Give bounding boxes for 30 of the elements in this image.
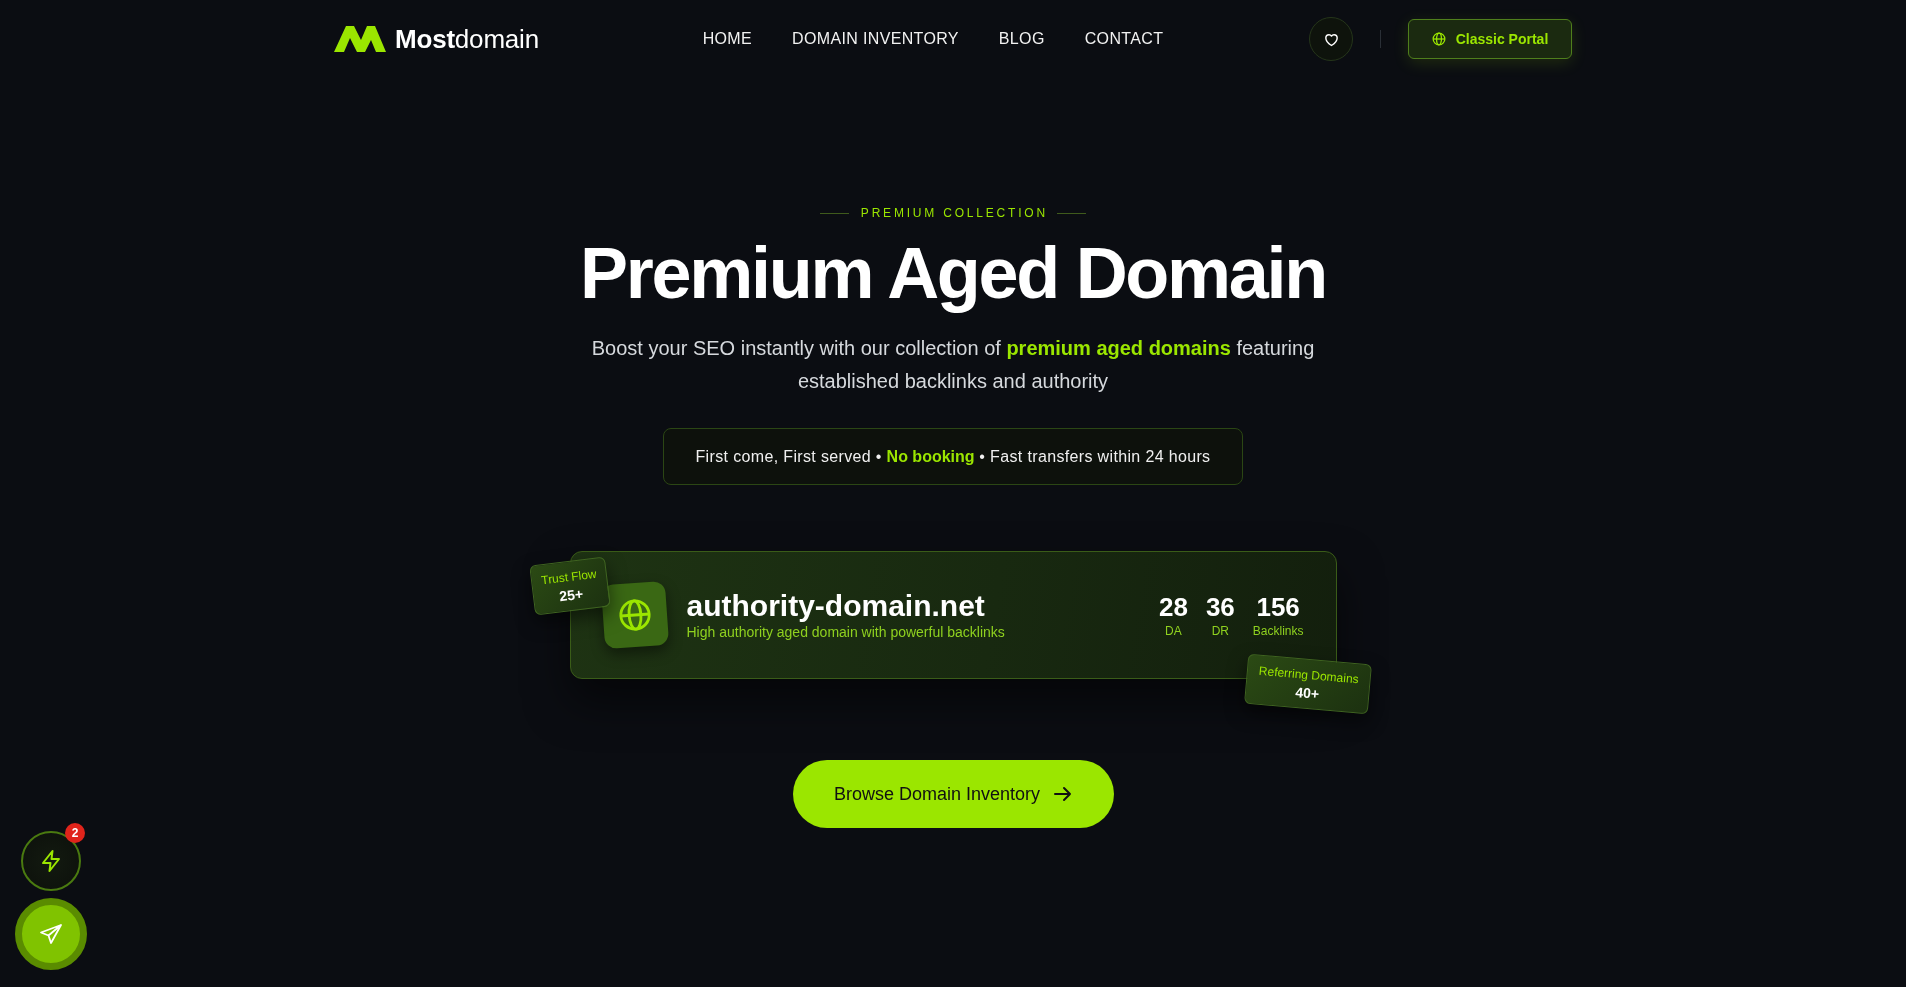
nav-link[interactable]: HOME xyxy=(702,29,753,49)
notice-banner: First come, First served • No booking • Fast transfers within 24 hours xyxy=(662,428,1244,485)
stat-label: DA xyxy=(1165,622,1182,639)
hero-title: Premium Aged Domain xyxy=(580,234,1326,313)
eyebrow-label: PREMIUM COLLECTION xyxy=(860,206,1048,220)
favorites-button[interactable] xyxy=(1309,17,1353,61)
logo-icon xyxy=(334,26,386,52)
paper-plane-icon xyxy=(39,922,63,946)
badge-label: Trust Flow xyxy=(539,566,597,587)
stat-value: 36 xyxy=(1205,591,1235,622)
stat-value: 156 xyxy=(1256,591,1300,622)
lightning-icon xyxy=(39,849,63,873)
domain-description: High authority aged domain with powerful backlinks xyxy=(686,623,1005,641)
domain-name: authority-domain.net xyxy=(686,589,985,623)
badge-label: Referring Domains xyxy=(1257,663,1359,686)
badge-value: 40+ xyxy=(1294,683,1320,702)
stat-label: Backlinks xyxy=(1252,622,1304,639)
badge-value: 25+ xyxy=(557,585,584,604)
stat-label: DR xyxy=(1211,622,1229,639)
nav-link[interactable]: BLOG xyxy=(998,29,1045,49)
brand-name: Mostdomain xyxy=(395,24,539,54)
notification-count: 2 xyxy=(65,823,85,843)
arrow-right-icon xyxy=(1054,786,1073,802)
browse-inventory-button[interactable]: Browse Domain Inventory xyxy=(792,760,1114,828)
hero-subtitle: Boost your SEO instantly with our collection of premium aged domains featuring established backlinks and authority xyxy=(590,336,1316,394)
nav-link[interactable]: CONTACT xyxy=(1084,29,1164,49)
classic-portal-button[interactable]: Classic Portal xyxy=(1408,19,1572,59)
stat-value: 28 xyxy=(1158,591,1188,622)
nav-link[interactable]: DOMAIN INVENTORY xyxy=(792,29,959,49)
globe-icon xyxy=(1431,32,1446,46)
